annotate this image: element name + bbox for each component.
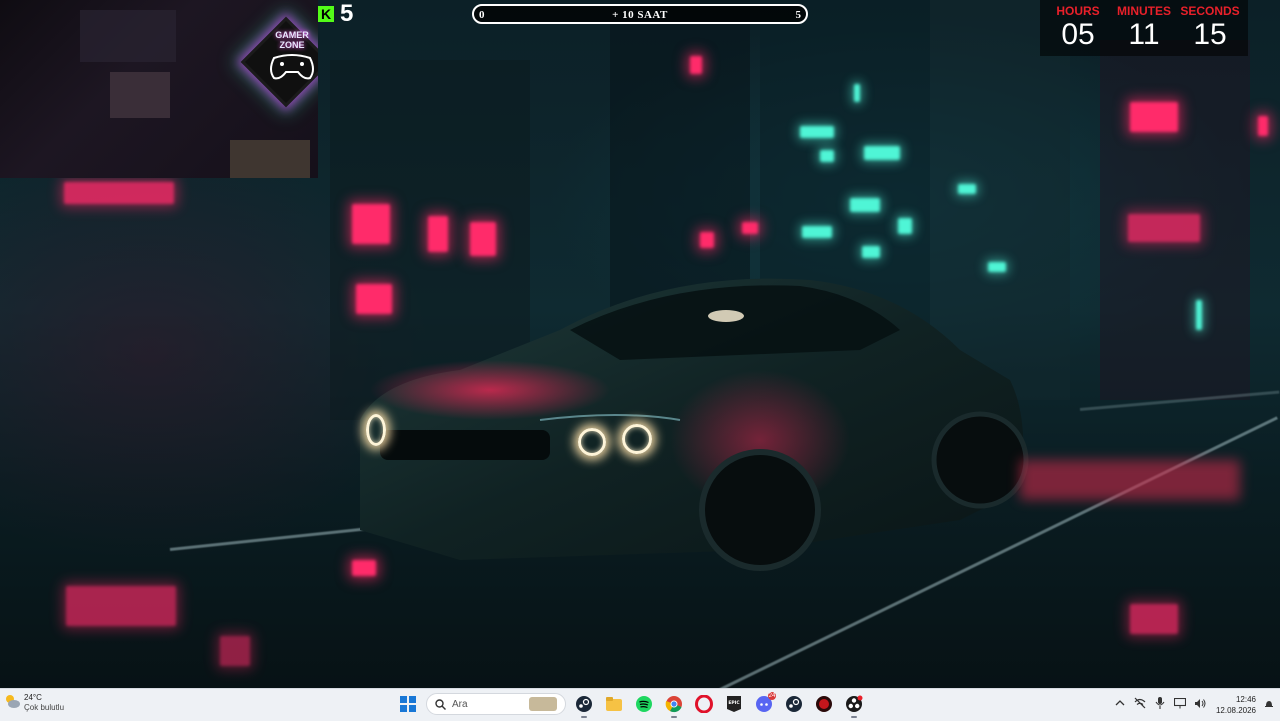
windows-start-button[interactable] bbox=[396, 692, 420, 716]
minutes-cell: MINUTES 11 bbox=[1114, 4, 1174, 56]
desk-surface bbox=[230, 140, 310, 178]
clock-time: 12:46 bbox=[1235, 695, 1256, 704]
gamer-zone-text: GAMER ZONE bbox=[275, 30, 309, 50]
taskbar-search-box[interactable]: Ara bbox=[426, 693, 566, 715]
network-off-icon[interactable] bbox=[1134, 697, 1146, 709]
chrome-icon bbox=[665, 696, 682, 713]
file-explorer-button[interactable] bbox=[602, 692, 626, 716]
gamepad-icon bbox=[270, 54, 314, 80]
hours-cell: HOURS 05 bbox=[1048, 4, 1108, 56]
progress-max: 5 bbox=[795, 9, 802, 21]
window-light bbox=[800, 126, 834, 138]
discord-button[interactable]: 24 bbox=[752, 692, 776, 716]
taskbar-apps: Ara EPIC 24 bbox=[396, 692, 866, 718]
weather-desc: Çok bulutlu bbox=[24, 703, 65, 712]
seconds-label: SECONDS bbox=[1180, 4, 1240, 18]
neon-reflection bbox=[66, 586, 176, 626]
chevron-up-icon[interactable] bbox=[1114, 697, 1126, 709]
search-highlight-image bbox=[529, 697, 557, 711]
taskbar-clock[interactable]: 12:46 12.08.2026 bbox=[1216, 694, 1256, 716]
partly-cloudy-icon bbox=[4, 693, 20, 709]
clock-date: 12.08.2026 bbox=[1215, 706, 1256, 715]
window-light bbox=[1196, 300, 1202, 330]
system-tray bbox=[1114, 697, 1206, 709]
neon-sign bbox=[1258, 116, 1268, 136]
window-light bbox=[898, 218, 912, 234]
microphone-icon[interactable] bbox=[1154, 697, 1166, 709]
volume-icon[interactable] bbox=[1194, 697, 1206, 709]
neon-sign bbox=[1130, 102, 1178, 132]
steam-button[interactable] bbox=[572, 692, 596, 718]
car-headlight bbox=[578, 428, 606, 456]
opera-button[interactable] bbox=[692, 692, 716, 716]
opera-icon bbox=[695, 695, 713, 713]
weather-temp: 24°C bbox=[24, 693, 42, 702]
minutes-label: MINUTES bbox=[1117, 4, 1171, 18]
notification-bell-icon[interactable] bbox=[1264, 699, 1274, 709]
neon-sign bbox=[690, 56, 702, 74]
hours-value: 05 bbox=[1061, 18, 1095, 51]
obs-button[interactable] bbox=[842, 692, 866, 718]
neon-sign bbox=[352, 204, 390, 244]
neon-sign bbox=[470, 222, 496, 256]
seconds-cell: SECONDS 15 bbox=[1180, 4, 1240, 56]
window-light bbox=[802, 226, 832, 238]
car-headlight bbox=[622, 424, 652, 454]
steam-button-2[interactable] bbox=[782, 692, 806, 716]
road-reflection bbox=[1020, 460, 1240, 500]
window-light bbox=[864, 146, 900, 160]
search-icon bbox=[435, 698, 446, 710]
steam-icon bbox=[576, 696, 592, 712]
hours-label: HOURS bbox=[1056, 4, 1100, 18]
chrome-button[interactable] bbox=[662, 692, 686, 718]
window-light bbox=[958, 184, 976, 194]
epic-games-button[interactable]: EPIC bbox=[722, 692, 746, 716]
windows-start-icon bbox=[400, 696, 416, 712]
app-red-icon bbox=[816, 696, 832, 712]
countdown-timer: HOURS 05 MINUTES 11 SECONDS 15 bbox=[1040, 0, 1248, 56]
subathon-progress-bar: 0 + 10 SAAT 5 bbox=[472, 4, 808, 24]
search-placeholder: Ara bbox=[452, 698, 468, 710]
window-light bbox=[854, 84, 860, 102]
kick-viewer-counter: K 5 bbox=[318, 0, 353, 28]
neon-reflection bbox=[1130, 604, 1178, 634]
display-icon[interactable] bbox=[1174, 697, 1186, 709]
window-light bbox=[850, 198, 880, 212]
car-headlight bbox=[366, 414, 386, 446]
spotify-button[interactable] bbox=[632, 692, 656, 716]
neon-sign bbox=[742, 222, 758, 234]
steam-icon-2 bbox=[786, 696, 802, 712]
car-illustration bbox=[360, 278, 1029, 571]
weather-widget[interactable]: 24°C Çok bulutlu bbox=[4, 693, 64, 713]
red-app-button[interactable] bbox=[812, 692, 836, 716]
room-shelf bbox=[80, 10, 176, 62]
room-shelf bbox=[110, 72, 170, 118]
seconds-value: 15 bbox=[1193, 18, 1227, 51]
neon-reflection bbox=[220, 636, 250, 666]
svg-text:EPIC: EPIC bbox=[728, 700, 740, 706]
neon-sign bbox=[64, 182, 174, 204]
viewer-count: 5 bbox=[340, 0, 354, 27]
obs-icon bbox=[846, 695, 863, 712]
progress-label: + 10 SAAT bbox=[612, 9, 668, 21]
kick-logo-icon: K bbox=[318, 6, 334, 22]
window-light bbox=[862, 246, 880, 258]
neon-sign bbox=[428, 216, 448, 252]
webcam-overlay: GAMER ZONE bbox=[0, 0, 318, 178]
neon-sign bbox=[1128, 214, 1200, 242]
file-explorer-icon bbox=[606, 697, 622, 711]
spotify-icon bbox=[636, 696, 652, 712]
car-taillight-reflection bbox=[352, 560, 376, 576]
taskbar: 24°C Çok bulutlu Ara EPIC 24 12:46 12.08… bbox=[0, 688, 1280, 721]
epic-games-icon: EPIC bbox=[727, 696, 741, 712]
window-light bbox=[820, 150, 834, 162]
neon-sign bbox=[700, 232, 714, 248]
minutes-value: 11 bbox=[1128, 18, 1160, 51]
discord-notification-badge: 24 bbox=[768, 692, 776, 700]
